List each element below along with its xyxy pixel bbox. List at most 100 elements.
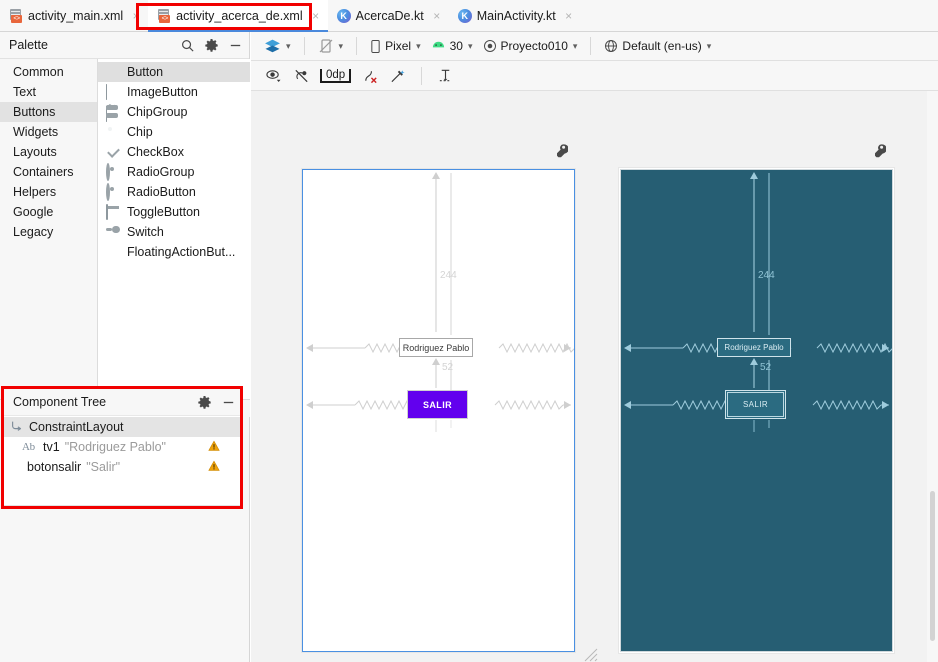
palette-category-google[interactable]: Google <box>0 202 97 222</box>
gear-icon[interactable] <box>197 395 212 410</box>
left-tool-column: Palette Common Text Buttons Widgets Layo… <box>0 32 250 662</box>
palette-category-text[interactable]: Text <box>0 82 97 102</box>
palette-item-label: CheckBox <box>127 145 184 159</box>
theme-label: Proyecto010 <box>500 39 568 53</box>
palette-item-button[interactable]: Button <box>98 62 250 82</box>
blueprint-textview-label: Rodriguez Pablo <box>724 343 784 352</box>
editor-tab-label: AcercaDe.kt <box>355 9 424 23</box>
tree-node-label: tv1 <box>43 440 60 454</box>
blueprint-button-label: SALIR <box>742 400 769 409</box>
close-icon[interactable]: × <box>311 9 321 23</box>
tree-node-botonsalir[interactable]: botonsalir "Salir" <box>4 457 242 477</box>
wrench-icon[interactable] <box>555 144 569 160</box>
locale-selector[interactable]: Default (en-us) ▾ <box>599 35 716 57</box>
palette-title: Palette <box>9 38 48 52</box>
device-selector[interactable]: Pixel ▾ <box>365 35 426 57</box>
editor-tab-activity-acerca-de[interactable]: <> activity_acerca_de.xml × <box>148 0 328 32</box>
close-icon[interactable]: × <box>432 9 442 23</box>
preview-textview-tv1[interactable]: Rodriguez Pablo <box>399 338 473 357</box>
palette-category-legacy[interactable]: Legacy <box>0 222 97 242</box>
palette-item-chipgroup[interactable]: ChipGroup <box>98 102 250 122</box>
palette-category-common[interactable]: Common <box>0 62 97 82</box>
palette-item-checkbox[interactable]: CheckBox <box>98 142 250 162</box>
infer-constraints-icon[interactable] <box>385 65 411 87</box>
autoconnect-off-icon[interactable] <box>288 65 314 87</box>
palette-item-switch[interactable]: Switch <box>98 222 250 242</box>
blueprint-textview-tv1[interactable]: Rodriguez Pablo <box>717 338 791 357</box>
constraint-distance-label-244: 244 <box>440 270 457 281</box>
palette-category-containers[interactable]: Containers <box>0 162 97 182</box>
palette-item-radiobutton[interactable]: RadioButton <box>98 182 250 202</box>
minimize-icon[interactable] <box>221 395 236 410</box>
default-margin-button[interactable]: 0dp <box>320 68 352 83</box>
radio-button-icon <box>106 183 120 201</box>
wrench-icon[interactable] <box>873 144 887 160</box>
constraint-layout-icon <box>10 419 24 436</box>
palette-item-floatingactionbutton[interactable]: FloatingActionBut... <box>98 242 250 262</box>
palette-category-widgets[interactable]: Widgets <box>0 122 97 142</box>
palette-category-list: Common Text Buttons Widgets Layouts Cont… <box>0 59 98 399</box>
warning-icon[interactable] <box>208 460 220 475</box>
editor-tab-activity-main[interactable]: <> activity_main.xml × <box>0 0 148 32</box>
kotlin-file-icon <box>336 9 351 23</box>
editor-tab-label: MainActivity.kt <box>476 9 556 23</box>
minimize-icon[interactable] <box>228 38 243 53</box>
canvas-vertical-scrollbar[interactable] <box>927 91 938 662</box>
editor-tab-acercade-kt[interactable]: AcercaDe.kt × <box>328 0 449 32</box>
view-options-icon[interactable] <box>260 65 286 87</box>
constraint-toolbar: 0dp <box>251 61 938 91</box>
palette-category-helpers[interactable]: Helpers <box>0 182 97 202</box>
palette-item-label: Switch <box>127 225 164 239</box>
api-level-selector[interactable]: 30 ▾ <box>426 35 478 57</box>
palette-item-togglebutton[interactable]: ToggleButton <box>98 202 250 222</box>
chip-icon <box>106 125 120 139</box>
search-icon[interactable] <box>180 38 195 53</box>
button-icon <box>106 65 120 79</box>
blueprint-preview-surface[interactable]: 244 52 Rodriguez Pablo SALIR <box>620 169 893 652</box>
editor-tab-label: activity_main.xml <box>28 9 124 23</box>
blueprint-button-botonsalir[interactable]: SALIR <box>725 390 786 419</box>
editor-tab-mainactivity-kt[interactable]: MainActivity.kt × <box>449 0 581 32</box>
image-button-icon <box>106 84 120 122</box>
palette-item-label: ImageButton <box>127 85 198 99</box>
palette-item-imagebutton[interactable]: ImageButton <box>98 82 250 122</box>
palette-item-label: RadioButton <box>127 185 196 199</box>
close-icon[interactable]: × <box>564 9 574 23</box>
orientation-icon[interactable]: ▾ <box>313 35 349 57</box>
floating-action-button-icon <box>106 245 120 259</box>
component-tree-title: Component Tree <box>13 395 107 409</box>
palette-item-chip[interactable]: Chip <box>98 122 250 142</box>
clear-constraints-icon[interactable] <box>357 65 383 87</box>
design-preview[interactable]: 244 52 Rodriguez Pablo SALIR <box>301 168 576 653</box>
layout-editor-window: <> activity_main.xml × <> activity_acerc… <box>0 0 938 662</box>
tree-node-tv1[interactable]: Ab tv1 "Rodriguez Pablo" <box>4 437 242 457</box>
tree-node-value: "Rodriguez Pablo" <box>64 440 166 454</box>
editor-tab-label: activity_acerca_de.xml <box>176 9 303 23</box>
close-icon[interactable]: × <box>131 9 141 23</box>
chip-group-icon <box>106 105 120 119</box>
warning-icon[interactable] <box>208 440 220 455</box>
design-surface-icon[interactable]: ▾ <box>259 35 296 57</box>
constraint-distance-label-52: 52 <box>760 362 772 373</box>
design-canvas[interactable]: 244 52 Rodriguez Pablo SALIR 244 52 Rodr… <box>251 91 938 662</box>
tree-node-label: botonsalir <box>27 460 82 474</box>
component-tree-body: ConstraintLayout Ab tv1 "Rodriguez Pablo… <box>4 416 242 505</box>
palette-item-label: ToggleButton <box>127 205 200 219</box>
design-toolbar: ▾ ▾ Pixel ▾ 30 ▾ Proyecto010 ▾ Default (… <box>251 32 938 61</box>
left-column-filler <box>0 540 249 662</box>
theme-selector[interactable]: Proyecto010 ▾ <box>478 35 583 57</box>
preview-button-botonsalir[interactable]: SALIR <box>407 390 468 419</box>
tree-node-constraintlayout[interactable]: ConstraintLayout <box>4 417 242 437</box>
palette-item-radiogroup[interactable]: RadioGroup <box>98 162 250 182</box>
palette-category-buttons[interactable]: Buttons <box>0 102 97 122</box>
palette-category-layouts[interactable]: Layouts <box>0 142 97 162</box>
device-label: Pixel <box>385 39 412 53</box>
align-baseline-icon[interactable] <box>432 65 458 87</box>
canvas-resize-handle[interactable] <box>583 647 599 662</box>
gear-icon[interactable] <box>204 38 219 53</box>
api-level-label: 30 <box>449 39 463 53</box>
constraint-distance-label-52: 52 <box>442 362 454 373</box>
scrollbar-thumb[interactable] <box>930 491 935 641</box>
design-preview-surface[interactable]: 244 52 Rodriguez Pablo SALIR <box>302 169 575 652</box>
blueprint-preview[interactable]: 244 52 Rodriguez Pablo SALIR <box>618 167 895 654</box>
